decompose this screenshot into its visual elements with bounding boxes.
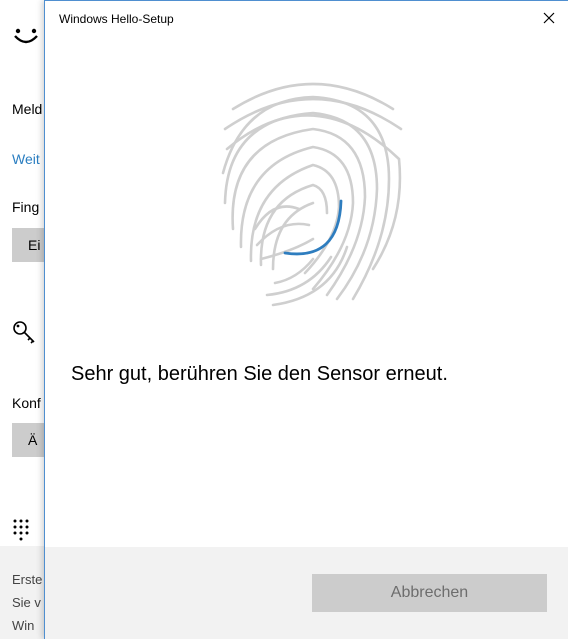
bg-link-weit[interactable]: Weit [12,151,40,167]
close-icon [543,11,555,29]
windows-hello-dialog: Windows Hello-Setup Sehr gut, berühren S… [44,0,568,639]
dialog-title: Windows Hello-Setup [59,12,174,26]
bg-info-line-3: Win [12,618,35,633]
key-icon [12,320,38,351]
cancel-button[interactable]: Abbrechen [312,574,547,612]
dialog-footer: Abbrechen [45,547,568,639]
bg-label-fing: Fing [12,199,40,215]
bg-info-line-1: Erste [12,572,43,587]
bg-label-meld: Meld [12,101,43,117]
fingerprint-icon [213,69,413,314]
keypad-icon [12,518,34,547]
fingerprint-progress-arc [283,199,343,256]
bg-label-konf: Konf [12,395,41,411]
smiley-icon [12,26,42,53]
close-button[interactable] [534,5,564,35]
bg-info-line-2: Sie v [12,595,41,610]
dialog-titlebar[interactable]: Windows Hello-Setup [45,1,568,39]
instruction-message: Sehr gut, berühren Sie den Sensor erneut… [71,363,448,385]
